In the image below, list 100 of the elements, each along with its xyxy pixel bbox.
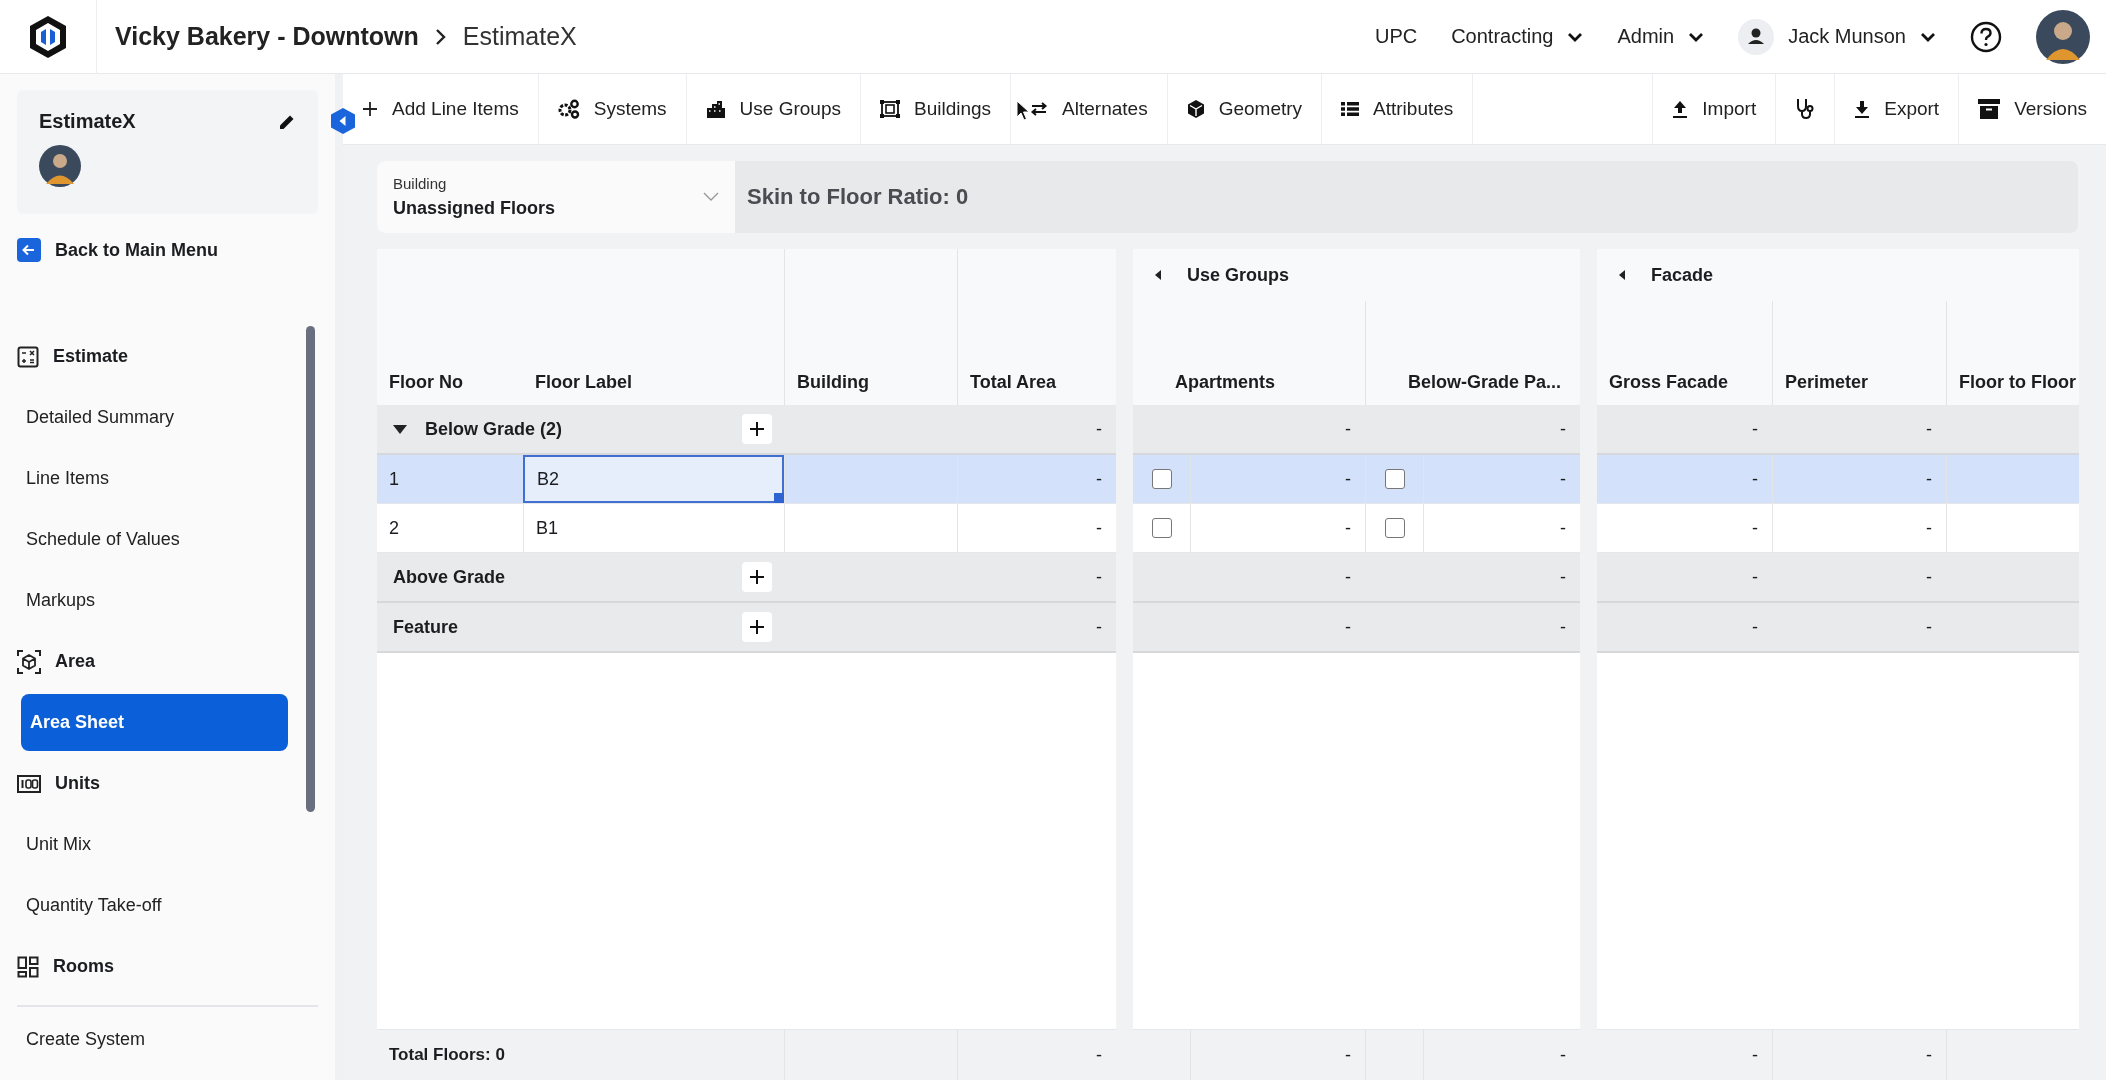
expand-caret-icon[interactable] [393, 424, 407, 434]
sidebar-item[interactable]: Create System [17, 1010, 318, 1068]
back-link[interactable]: Back to Main Menu [55, 239, 219, 261]
archive-icon [1978, 99, 2001, 119]
table-cell-text: - [1751, 1043, 1759, 1067]
group-title: Feature [393, 616, 459, 638]
building-select[interactable]: Building Unassigned Floors [377, 161, 735, 233]
table-cell: - [957, 455, 1116, 503]
table-cell-text: - [1925, 615, 1933, 639]
total-label: Total Floors: 0 [388, 1044, 506, 1066]
cube-scan-icon [17, 649, 41, 674]
table-cell-text: - [1344, 417, 1352, 441]
counter-icon [17, 774, 41, 793]
table-cell-text: - [1751, 565, 1759, 589]
nav-menu[interactable]: Admin [1617, 25, 1705, 48]
table-cell[interactable]: B2 [523, 455, 784, 503]
table-cell-text: - [1925, 417, 1933, 441]
checkbox[interactable] [1151, 518, 1172, 538]
chevron-down-icon [703, 192, 719, 202]
table-cell-text: - [1559, 615, 1567, 639]
page-title: EstimateX [462, 22, 577, 51]
estimate-title: EstimateX [39, 110, 136, 133]
table-cell-text: - [1344, 565, 1352, 589]
table-cell-text: - [1095, 417, 1103, 441]
sidebar-item[interactable]: Schedule of Values [17, 511, 288, 568]
upload-icon [1672, 100, 1689, 118]
table-cell: - [957, 1030, 1116, 1080]
table-cell: - [1423, 1030, 1580, 1080]
plus-icon [749, 619, 765, 635]
logo-icon[interactable] [28, 14, 68, 59]
table-cell-text: - [1559, 565, 1567, 589]
table-cell: - [1190, 504, 1365, 552]
checkbox[interactable] [1384, 469, 1405, 489]
sidebar-item[interactable]: Markups [17, 572, 288, 629]
nav-menu[interactable]: Contracting [1451, 25, 1584, 48]
table-cell-text: - [1925, 565, 1933, 589]
download-icon [1854, 100, 1871, 118]
caret-icon [1567, 31, 1584, 42]
section-heading: Units [55, 773, 100, 794]
add-button[interactable] [742, 612, 772, 642]
collapse-button[interactable] [331, 108, 355, 134]
table-cell: - [1772, 504, 1946, 552]
swap-arrows-icon [1030, 102, 1049, 116]
sidebar-item[interactable]: Quantity Take-off [17, 877, 288, 934]
table-cell-text: - [1751, 467, 1759, 491]
collapse-caret-icon[interactable] [1619, 270, 1625, 280]
buildings-icon [705, 100, 726, 118]
table-cell-text: - [1095, 565, 1103, 589]
plus-icon [749, 421, 765, 437]
avatar-icon[interactable] [2036, 9, 2090, 64]
table-cell-text: - [1559, 417, 1567, 441]
table-cell-text: - [1344, 615, 1352, 639]
table-cell: - [1423, 504, 1580, 552]
column-group-header: Use Groups [1187, 264, 1290, 286]
avatar-icon [39, 145, 81, 187]
list-icon [1341, 102, 1360, 116]
user-icon [1738, 18, 1775, 55]
stethoscope-icon [1795, 98, 1816, 120]
table-cell: - [1190, 1030, 1365, 1080]
user-menu[interactable]: Jack Munson [1788, 25, 1936, 48]
sidebar-item[interactable]: Area Sheet [21, 694, 288, 751]
caret-icon [1688, 31, 1705, 42]
checkbox[interactable] [1151, 469, 1172, 489]
table-cell: - [1772, 1030, 1946, 1080]
collapse-caret-icon[interactable] [1155, 270, 1161, 280]
table-cell[interactable]: B1 [523, 504, 784, 552]
section-heading: Estimate [53, 346, 129, 367]
checkbox[interactable] [1384, 518, 1405, 538]
column-header[interactable]: Floor No [377, 249, 523, 405]
table-cell-text: - [1095, 615, 1103, 639]
add-button[interactable] [742, 414, 772, 444]
table-cell: - [1190, 455, 1365, 503]
sidebar-item[interactable]: Unit Mix [17, 816, 288, 873]
group-title: Above Grade [393, 566, 506, 588]
project-title[interactable]: Vicky Bakery - Downtown [115, 22, 419, 51]
ratio-label: Skin to Floor Ratio: 0 [747, 184, 969, 210]
table-cell[interactable]: 2 [377, 504, 523, 552]
column-group-header: Facade [1651, 264, 1714, 286]
group-title: Below Grade (2) [425, 418, 563, 440]
sidebar-item[interactable]: Line Items [17, 450, 288, 507]
sidebar-item[interactable]: Detailed Summary [17, 389, 288, 446]
table-cell: - [1772, 455, 1946, 503]
table-cell-text: - [1751, 615, 1759, 639]
scrollbar-thumb[interactable] [306, 326, 315, 812]
table-cell[interactable]: 1 [377, 455, 523, 503]
column-header[interactable]: Floor Label [523, 249, 784, 405]
gears-icon [557, 99, 580, 119]
plus-icon [749, 569, 765, 585]
section-heading: Area [55, 651, 96, 672]
chevron-icon [434, 27, 447, 46]
table-cell-text: - [1751, 516, 1759, 540]
nav-menu[interactable]: UPC [1374, 25, 1418, 48]
add-button[interactable] [742, 562, 772, 592]
layout-icon [17, 955, 39, 978]
table-cell: - [1423, 455, 1580, 503]
table-cell: - [957, 504, 1116, 552]
column-header[interactable]: Gross Facade [1597, 301, 1772, 405]
column-header[interactable]: Apartments [1133, 301, 1365, 405]
calculator-icon [17, 345, 39, 368]
help-icon[interactable] [1970, 20, 2002, 53]
